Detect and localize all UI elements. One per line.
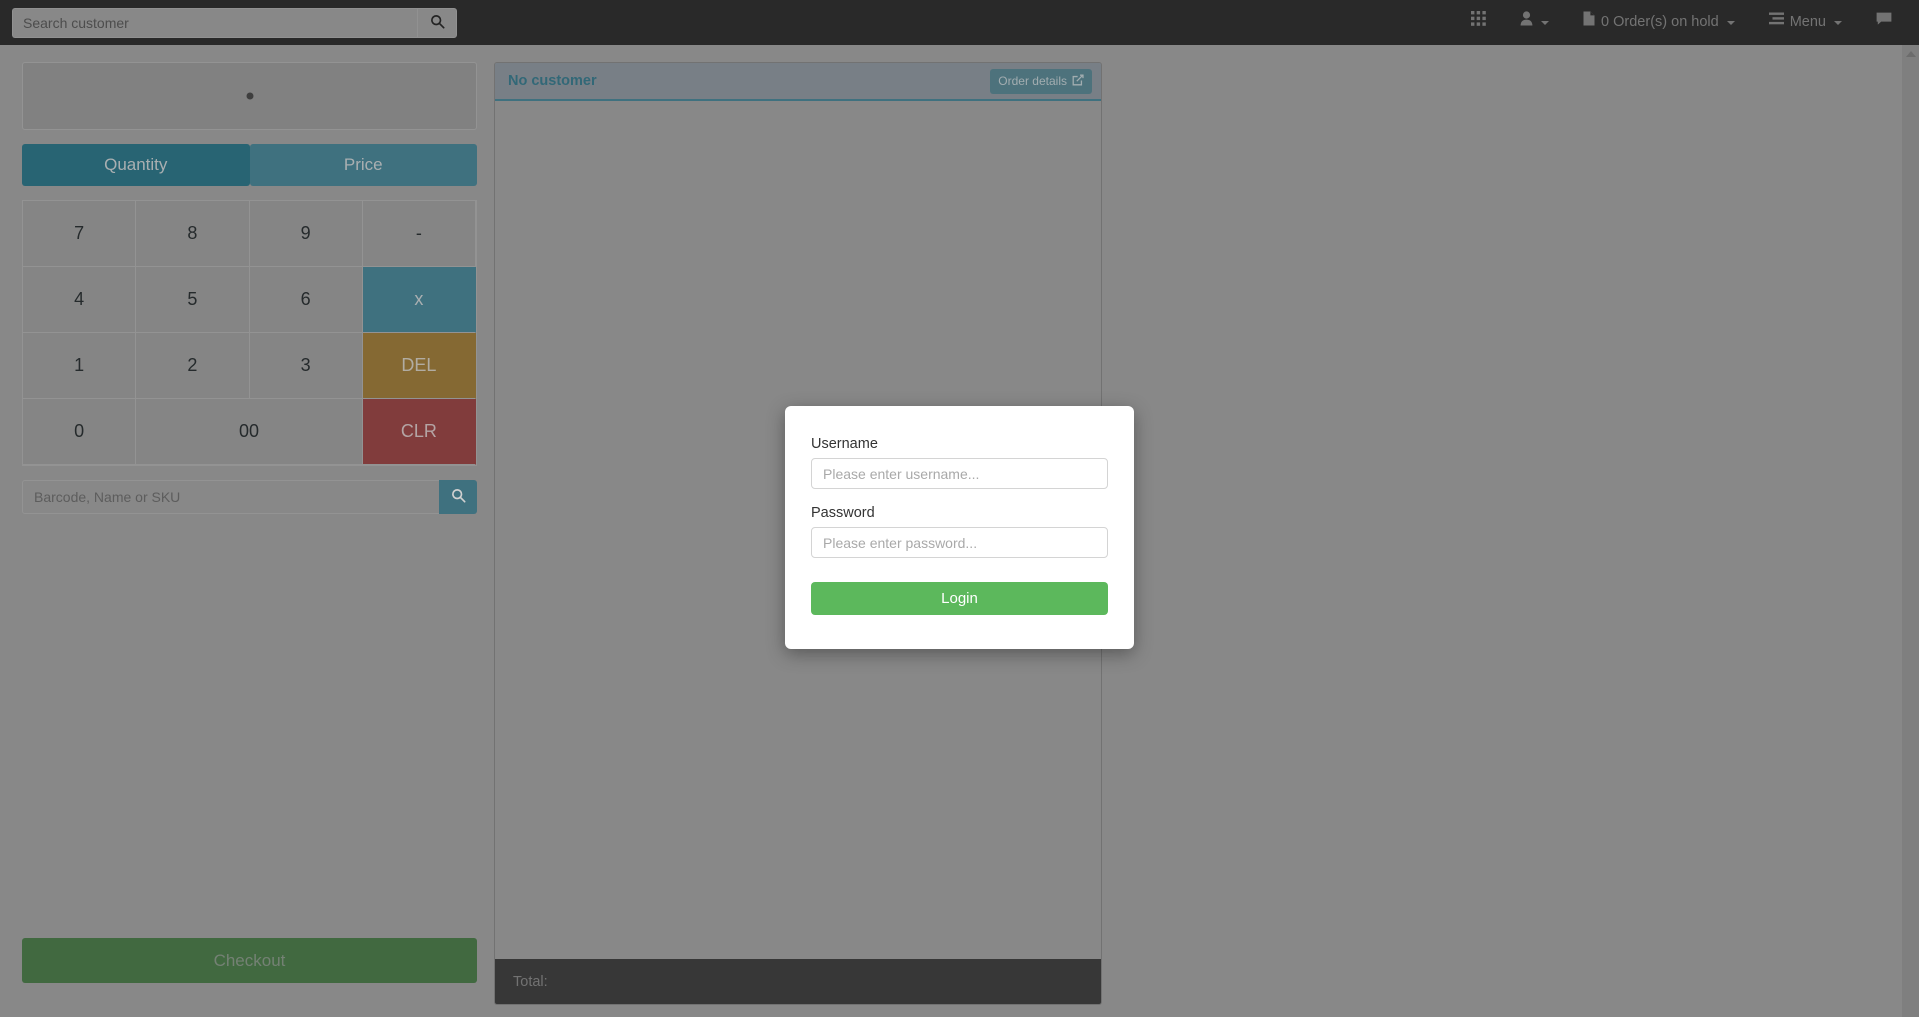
username-label: Username [811, 436, 878, 452]
login-submit-button[interactable]: Login [811, 582, 1108, 615]
login-modal: Username Password Login [785, 406, 1134, 649]
password-input[interactable] [811, 527, 1108, 558]
username-input[interactable] [811, 458, 1108, 489]
password-label: Password [811, 505, 875, 521]
password-field-group: Password [811, 505, 1108, 558]
username-field-group: Username [811, 436, 1108, 489]
